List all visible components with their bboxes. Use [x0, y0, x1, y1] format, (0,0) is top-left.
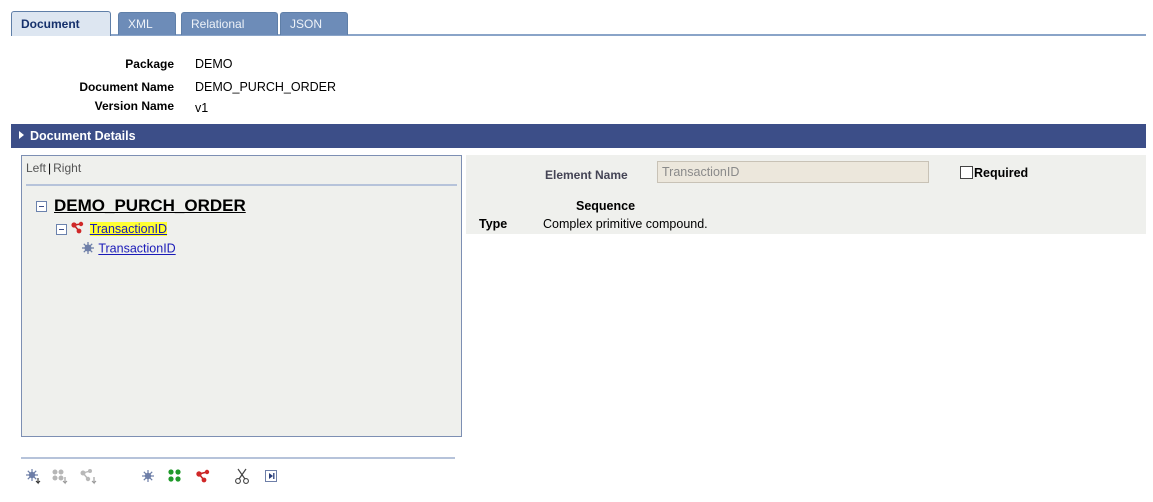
primitive-icon [81, 241, 95, 258]
add-primitive-icon[interactable] [24, 467, 44, 485]
tree-child-link[interactable]: TransactionID [89, 221, 168, 236]
element-name-label: Element Name [545, 168, 628, 182]
move-icon[interactable] [262, 467, 282, 485]
package-row: Package [0, 56, 174, 72]
required-label: Required [974, 166, 1029, 180]
compound-icon [70, 221, 86, 238]
left-right-toggle: Left | Right [26, 161, 81, 175]
tree-divider [26, 184, 457, 186]
element-name-field[interactable] [657, 161, 929, 183]
sequence-label: Sequence [576, 199, 636, 213]
tree-panel: Left | Right DEMO_PURCH_ORDER TransactionI… [21, 155, 462, 437]
collapse-root-icon[interactable] [36, 200, 47, 212]
add-collection-icon[interactable] [50, 467, 70, 485]
package-value: DEMO [195, 57, 233, 71]
left-right-separator: | [48, 161, 52, 175]
tab-json[interactable]: JSON [280, 12, 348, 35]
tree-root-label[interactable]: DEMO_PURCH_ORDER [54, 196, 246, 215]
version-name-label: Version Name [94, 99, 174, 113]
type-label: Type [479, 217, 508, 231]
insert-compound-icon[interactable] [193, 467, 213, 485]
document-name-row: Document Name [0, 79, 174, 95]
required-checkbox[interactable] [960, 166, 973, 179]
tab-xml[interactable]: XML [118, 12, 176, 35]
tab-relational[interactable]: Relational [181, 12, 278, 35]
insert-collection-icon[interactable] [165, 467, 185, 485]
tab-strip: Document XML Relational JSON [11, 11, 1146, 36]
section-title: Document Details [30, 129, 136, 143]
cut-icon[interactable] [232, 467, 252, 485]
collapse-child-icon[interactable] [56, 224, 67, 235]
add-compound-icon[interactable] [78, 467, 98, 485]
type-value: Complex primitive compound. [543, 217, 708, 231]
expand-triangle-icon [19, 131, 24, 139]
version-name-row: Version Name [0, 98, 174, 114]
insert-primitive-icon[interactable] [139, 467, 159, 485]
required-checkbox-group[interactable]: Required [960, 166, 1028, 180]
left-link[interactable]: Left [26, 161, 46, 175]
tree-child-node: TransactionID [56, 221, 168, 238]
version-name-value: v1 [195, 101, 209, 115]
toolbar-divider [21, 457, 455, 459]
document-name-value: DEMO_PURCH_ORDER [195, 80, 336, 94]
package-label: Package [125, 57, 174, 71]
tree-root-node: DEMO_PURCH_ORDER [36, 196, 246, 216]
tree-leaf-link[interactable]: TransactionID [98, 242, 175, 256]
document-name-label: Document Name [79, 80, 174, 94]
tab-document[interactable]: Document [11, 11, 111, 36]
document-details-section[interactable]: Document Details [11, 124, 1146, 148]
right-link[interactable]: Right [53, 161, 81, 175]
tree-leaf-node: TransactionID [81, 241, 176, 257]
